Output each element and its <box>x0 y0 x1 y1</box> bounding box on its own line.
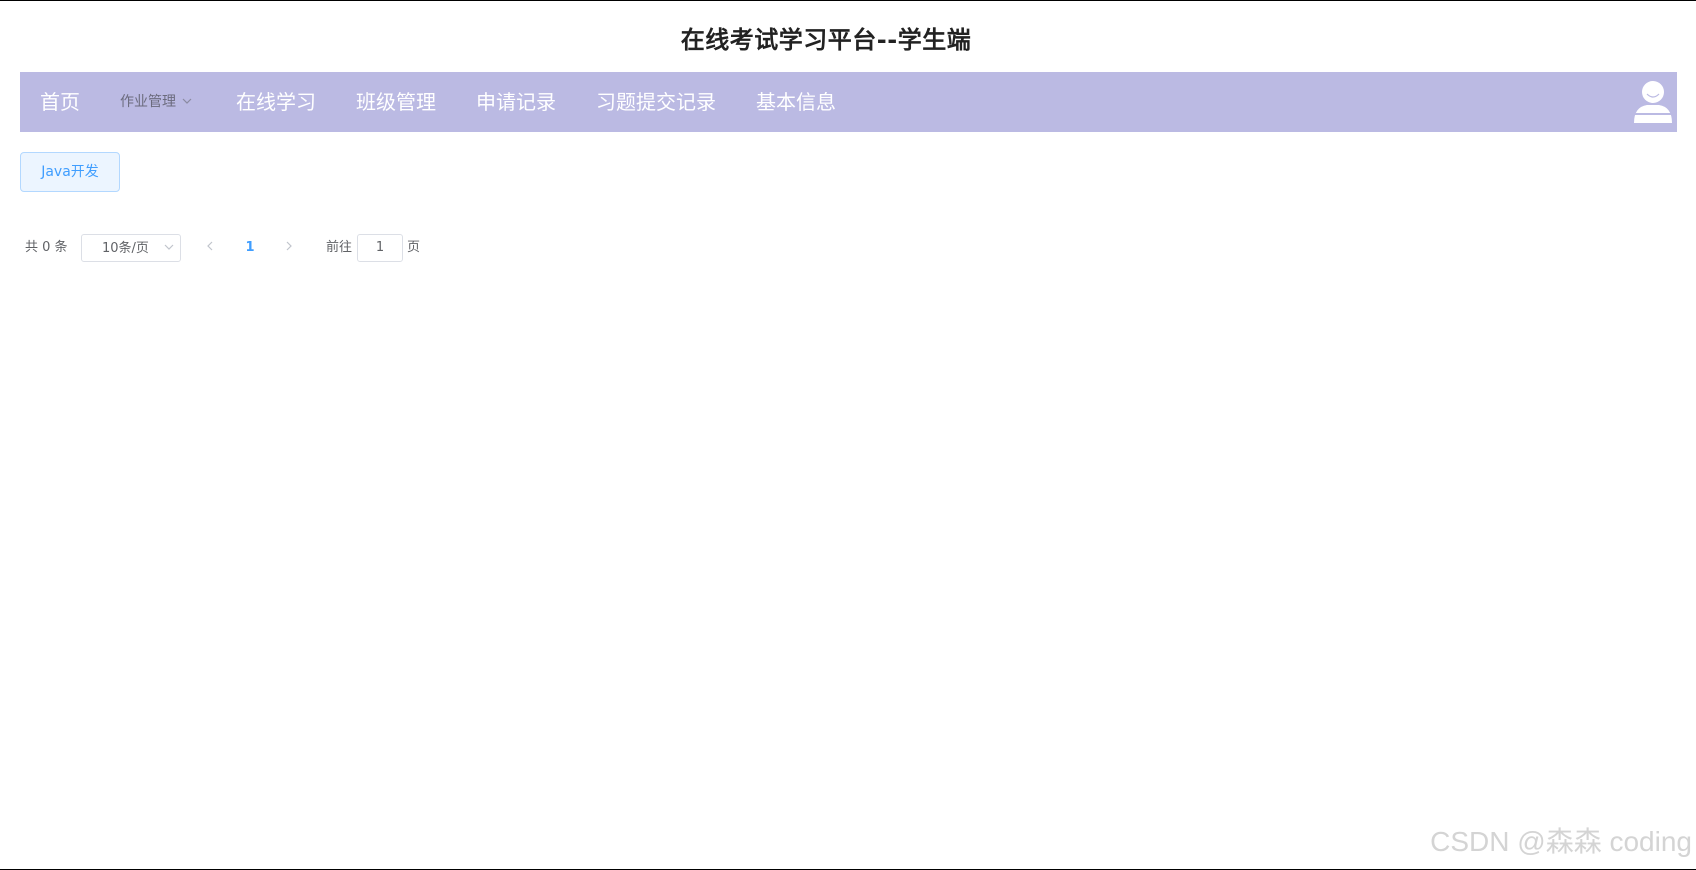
page-number[interactable]: 1 <box>242 234 258 262</box>
nav-item-class-management[interactable]: 班级管理 <box>356 72 436 132</box>
goto-label: 前往 <box>326 240 353 255</box>
nav-item-basic-info[interactable]: 基本信息 <box>756 72 836 132</box>
nav-item-home[interactable]: 首页 <box>40 72 80 132</box>
nav-item-exercise-submissions[interactable]: 习题提交记录 <box>596 72 716 132</box>
nav-item-online-study[interactable]: 在线学习 <box>236 72 316 132</box>
goto-suffix: 页 <box>407 240 421 255</box>
nav-item-application-records[interactable]: 申请记录 <box>476 72 556 132</box>
top-nav: 首页 作业管理 在线学习 班级管理 申请记录 习题提交记录 基本信息 <box>20 72 1677 132</box>
pagination-total: 共 0 条 <box>25 240 68 255</box>
prev-page-button[interactable] <box>202 234 218 262</box>
chevron-right-icon <box>286 241 292 251</box>
page-size-value: 10条/页 <box>102 241 149 256</box>
nav-item-homework-menu[interactable]: 作业管理 <box>120 72 192 132</box>
page-title: 在线考试学习平台--学生端 <box>680 26 972 54</box>
course-tag-button[interactable]: Java开发 <box>20 152 120 192</box>
page-size-select[interactable]: 10条/页 <box>81 234 181 262</box>
chevron-left-icon <box>207 241 213 251</box>
nav-item-homework-label: 作业管理 <box>120 94 176 110</box>
chevron-down-icon <box>164 235 174 263</box>
watermark: CSDN @森森 coding <box>1430 826 1692 857</box>
next-page-button[interactable] <box>281 234 297 262</box>
user-avatar-icon[interactable] <box>1631 79 1675 125</box>
goto-page-input[interactable] <box>357 234 403 262</box>
chevron-down-icon <box>182 72 192 132</box>
